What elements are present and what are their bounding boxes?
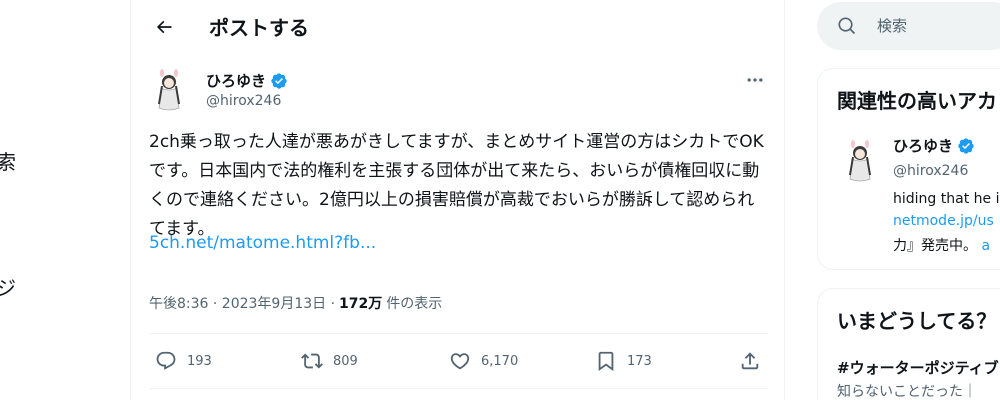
author-name-text: ひろゆき bbox=[206, 72, 267, 90]
more-dots-icon bbox=[747, 78, 763, 82]
avatar-illustration-icon bbox=[840, 139, 880, 183]
post-timestamp[interactable]: 午後8:36 · 2023年9月13日 · bbox=[149, 293, 335, 313]
avatar-illustration-icon bbox=[149, 68, 189, 112]
post-author: ひろゆき @hirox246 bbox=[149, 68, 769, 116]
related-bio-text: 力』発売中。 bbox=[893, 238, 977, 254]
bookmark-count: 173 bbox=[627, 353, 652, 369]
share-button[interactable] bbox=[739, 346, 761, 376]
post-meta: 午後8:36 · 2023年9月13日 · 172万 件の表示 bbox=[149, 293, 442, 313]
nav-item-explore-fragment[interactable]: 索 bbox=[0, 146, 16, 175]
header-bar: ポストする bbox=[131, 0, 784, 53]
search-box[interactable] bbox=[817, 2, 1000, 50]
related-account-name-text: ひろゆき bbox=[893, 137, 954, 155]
share-icon bbox=[741, 352, 759, 370]
related-accounts-title: 関連性の高いアカ bbox=[837, 89, 997, 113]
back-button[interactable] bbox=[147, 10, 181, 44]
bookmark-button[interactable]: 173 bbox=[595, 346, 652, 376]
related-accounts-card: 関連性の高いアカ ひろゆき @hirox246 hiding that he i… bbox=[817, 68, 1000, 270]
divider bbox=[149, 333, 768, 334]
post-detail-column: ポストする ひろゆき @hirox246 2ch乗っ取った人達が悪あがきしてます… bbox=[130, 0, 785, 400]
trend-item-name[interactable]: #ウォーターポジティブ bbox=[837, 357, 999, 378]
related-bio-link[interactable]: a bbox=[981, 238, 990, 254]
post-link[interactable]: 5ch.net/matome.html?fb... bbox=[149, 233, 376, 253]
repost-icon bbox=[301, 353, 323, 369]
repost-count: 809 bbox=[333, 353, 358, 369]
heart-icon bbox=[450, 353, 470, 370]
search-input[interactable] bbox=[877, 14, 1000, 38]
reply-count: 193 bbox=[187, 353, 212, 369]
verified-badge-icon[interactable] bbox=[270, 72, 288, 90]
related-bio-link[interactable]: netmode.jp/us bbox=[893, 213, 994, 229]
related-account-name[interactable]: ひろゆき bbox=[893, 135, 975, 156]
repost-button[interactable]: 809 bbox=[301, 346, 358, 376]
trends-card: いまどうしてる？ #ウォーターポジティブ 知らないことだった｜ bbox=[817, 288, 1000, 400]
related-bio-line: 力』発売中。 a bbox=[893, 235, 990, 255]
divider bbox=[149, 388, 768, 389]
action-bar: 193 809 6,170 173 bbox=[149, 346, 769, 376]
related-account-handle[interactable]: @hirox246 bbox=[893, 163, 968, 179]
reply-button[interactable]: 193 bbox=[155, 346, 212, 376]
more-options-button[interactable] bbox=[741, 68, 769, 92]
post-text: 2ch乗っ取った人達が悪あがきしてますが、まとめサイト運営の方はシカトでOKです… bbox=[149, 132, 764, 239]
page-title: ポストする bbox=[209, 16, 309, 40]
like-count: 6,170 bbox=[481, 353, 519, 369]
like-button[interactable]: 6,170 bbox=[449, 346, 518, 376]
reply-icon bbox=[156, 351, 176, 370]
trends-title: いまどうしてる？ bbox=[837, 309, 997, 333]
search-icon bbox=[837, 16, 857, 36]
related-avatar[interactable] bbox=[840, 139, 880, 183]
nav-item-messages-fragment[interactable]: ジ bbox=[0, 272, 16, 301]
avatar[interactable] bbox=[149, 68, 189, 112]
author-handle[interactable]: @hirox246 bbox=[206, 93, 281, 109]
views-count: 172万 bbox=[339, 296, 383, 312]
author-name[interactable]: ひろゆき bbox=[206, 70, 288, 91]
related-bio-line: hiding that he i bbox=[893, 191, 1000, 207]
verified-badge-icon bbox=[958, 137, 974, 154]
bookmark-icon bbox=[598, 351, 614, 372]
arrow-left-icon bbox=[156, 20, 172, 34]
trend-item-subtitle: 知らないことだった｜ bbox=[837, 384, 977, 400]
views-label: 件の表示 bbox=[386, 296, 443, 312]
